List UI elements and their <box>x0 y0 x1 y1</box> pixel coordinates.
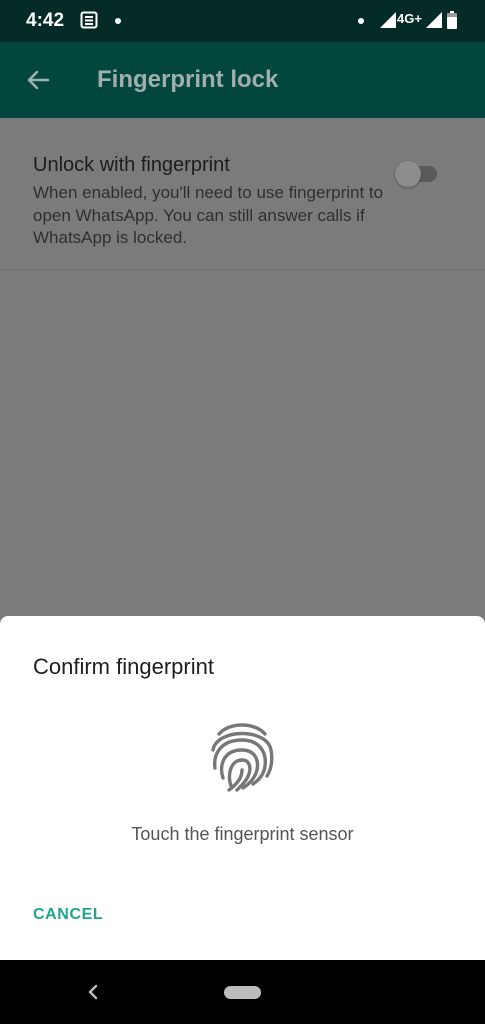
back-arrow-icon[interactable] <box>24 66 52 94</box>
status-bar: 4:42 4G+ <box>0 0 485 42</box>
signal-icon <box>380 12 396 28</box>
signal-icon <box>426 12 442 28</box>
dialog-message: Touch the fingerprint sensor <box>131 824 354 844</box>
app-bar: Fingerprint lock <box>0 42 485 118</box>
divider <box>0 269 485 270</box>
fingerprint-icon <box>211 723 274 792</box>
battery-icon <box>447 11 457 29</box>
fingerprint-dialog: Confirm fingerprint Touch the fingerprin… <box>0 616 485 960</box>
fingerprint-toggle[interactable] <box>395 161 439 187</box>
setting-description: When enabled, you'll need to use fingerp… <box>33 183 384 247</box>
news-icon <box>80 11 98 29</box>
notification-dot-icon <box>358 18 364 24</box>
status-time: 4:42 <box>26 10 65 31</box>
dialog-title: Confirm fingerprint <box>33 654 214 679</box>
cancel-button[interactable]: CANCEL <box>33 906 103 924</box>
notification-dot-icon <box>115 18 121 24</box>
nav-home-pill[interactable] <box>224 986 261 999</box>
toggle-thumb <box>395 161 421 187</box>
setting-title: Unlock with fingerprint <box>33 154 230 176</box>
nav-back-icon[interactable] <box>84 982 102 1002</box>
settings-content: Unlock with fingerprint When enabled, yo… <box>0 118 485 616</box>
page-title: Fingerprint lock <box>97 66 279 93</box>
navigation-bar <box>0 960 485 1024</box>
network-type: 4G+ <box>397 11 422 26</box>
